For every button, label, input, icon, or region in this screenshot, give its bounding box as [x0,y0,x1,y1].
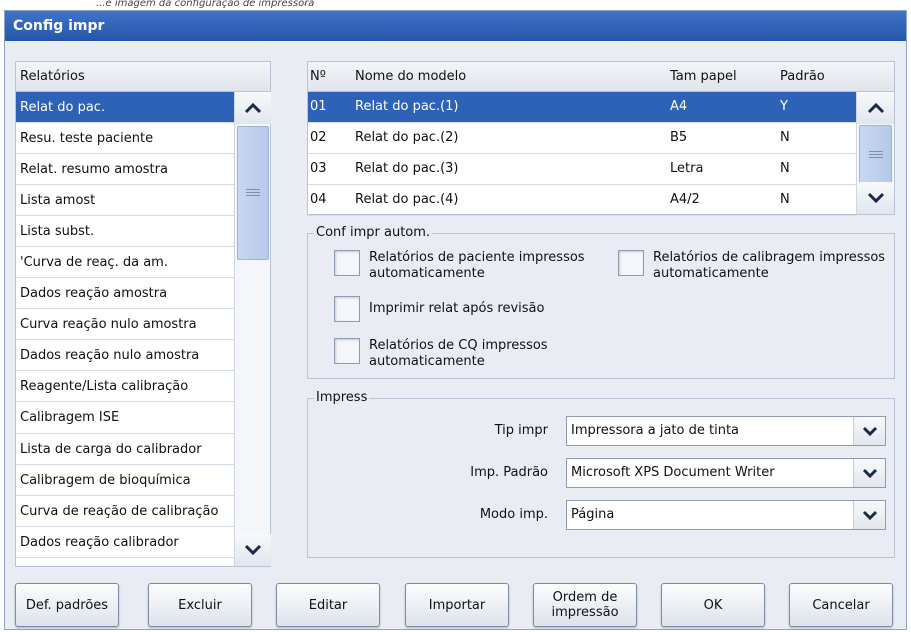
report-list-item[interactable]: 'Curva de reaç. da am. [16,247,234,279]
model-table-row[interactable]: 04 Relat do pac.(4) A4/2 N [308,185,856,216]
defaults-button[interactable]: Def. padrões [15,583,119,627]
printer-type-select[interactable]: Impressora a jato de tinta [566,416,886,446]
cell-no: 01 [310,99,327,114]
auto-print-calibration-checkbox[interactable] [618,250,644,276]
cell-name: Relat do pac.(2) [355,130,459,145]
ok-button[interactable]: OK [661,583,765,627]
auto-print-calibration-option[interactable]: Relatórios de calibragem impressos autom… [618,250,885,282]
chevron-up-icon [867,102,884,114]
scroll-up-button[interactable] [235,92,271,124]
cell-no: 03 [310,161,327,176]
report-list-item[interactable]: Curva de reação de calibração [16,496,234,527]
report-list-item[interactable]: Relat do pac. [16,92,234,124]
report-list-item[interactable]: Dados reação calibrador [16,527,234,558]
print-mode-select[interactable]: Página [566,500,886,530]
chevron-up-icon [244,102,262,114]
report-list-item[interactable]: Calibragem ISE [16,402,234,434]
printer-type-label: Tip impr [494,423,548,438]
chevron-down-icon [862,426,877,436]
window-title: Config impr [5,11,906,41]
cell-name: Relat do pac.(3) [355,161,459,176]
report-list-item[interactable]: Lista de carga do calibrador [16,434,234,465]
printer-group: Impress Tip impr Impressora a jato de ti… [307,390,895,558]
print-order-button[interactable]: Ordem de impressão [533,583,637,627]
auto-print-patient-option[interactable]: Relatórios de paciente impressos automat… [334,250,585,282]
chevron-down-icon [867,192,884,204]
cell-size: A4/2 [670,192,700,207]
printer-title: Impress [314,390,370,405]
report-list-item[interactable]: Lista amost [16,185,234,217]
grip-lines-icon [246,188,260,198]
print-mode-label: Modo imp. [479,507,548,522]
printer-type-value: Impressora a jato de tinta [571,423,740,438]
print-after-review-label: Imprimir relat após revisão [369,301,545,316]
cell-default: N [780,161,790,176]
report-list-item[interactable]: Dados reação nulo amostra [16,340,234,372]
cancel-button[interactable]: Cancelar [789,583,893,627]
report-list-item[interactable]: Lista subst. [16,216,234,248]
delete-button[interactable]: Excluir [148,583,252,627]
model-table: Nº Nome do modelo Tam papel Padrão 01 Rel… [307,61,895,216]
report-list-item[interactable]: Calibragem de bioquímica [16,465,234,496]
reports-list: Relatórios Relat do pac. Resu. teste paci… [15,61,271,567]
chevron-down-icon [862,468,877,478]
model-table-row[interactable]: 01 Relat do pac.(1) A4 Y [308,92,856,123]
edit-button[interactable]: Editar [276,583,380,627]
default-printer-select[interactable]: Microsoft XPS Document Writer [566,458,886,488]
col-header-size: Tam papel [670,69,737,84]
auto-print-title: Conf impr autom. [314,225,433,240]
reports-scrollbar[interactable] [234,92,271,566]
default-printer-label: Imp. Padrão [470,465,548,480]
scroll-up-button[interactable] [857,92,894,124]
report-list-item[interactable]: Relat. resumo amostra [16,154,234,186]
col-header-no: Nº [310,69,326,84]
top-caption: ...e imagem da configuração de impressor… [0,0,911,10]
dropdown-button[interactable] [853,501,885,529]
scroll-thumb[interactable] [237,126,269,260]
reports-rows: Relat do pac. Resu. teste paciente Relat. … [16,92,234,558]
cell-no: 02 [310,130,327,145]
scroll-down-button[interactable] [857,182,894,214]
col-header-default: Padrão [780,69,825,84]
auto-print-patient-label: Relatórios de paciente impressos automat… [369,250,585,281]
cell-default: N [780,192,790,207]
auto-print-calibration-label: Relatórios de calibragem impressos autom… [653,250,886,281]
print-after-review-option[interactable]: Imprimir relat após revisão [334,296,544,322]
chevron-down-icon [862,510,877,520]
print-after-review-checkbox[interactable] [334,296,360,322]
chevron-down-icon [244,544,262,556]
model-scrollbar[interactable] [856,92,894,214]
reports-header: Relatórios [16,62,270,92]
cell-name: Relat do pac.(1) [355,99,459,114]
dropdown-button[interactable] [853,459,885,487]
print-mode-value: Página [571,507,615,522]
model-table-header: Nº Nome do modelo Tam papel Padrão [308,62,894,92]
cell-default: Y [780,99,788,114]
cell-size: A4 [670,99,688,114]
dropdown-button[interactable] [853,417,885,445]
report-list-item[interactable]: Reagente/Lista calibração [16,371,234,403]
model-table-row[interactable]: 03 Relat do pac.(3) Letra N [308,154,856,185]
report-list-item[interactable]: Resu. teste paciente [16,123,234,155]
auto-print-patient-checkbox[interactable] [334,250,360,276]
auto-print-qc-checkbox[interactable] [334,338,360,364]
cell-default: N [780,130,790,145]
auto-print-group: Conf impr autom. Relatórios de paciente … [307,225,895,379]
report-list-item[interactable]: Curva reação nulo amostra [16,309,234,341]
scroll-down-button[interactable] [235,534,271,566]
cell-no: 04 [310,192,327,207]
cell-name: Relat do pac.(4) [355,192,459,207]
scroll-thumb[interactable] [859,125,892,185]
auto-print-qc-option[interactable]: Relatórios de CQ impressos automaticamen… [334,338,548,370]
config-print-dialog: Config impr Relatórios Relat do pac. Resu… [4,10,907,630]
report-list-item[interactable]: Dados reação amostra [16,278,234,310]
default-printer-value: Microsoft XPS Document Writer [571,465,775,480]
col-header-name: Nome do modelo [355,69,467,84]
cell-size: Letra [670,161,704,176]
model-table-row[interactable]: 02 Relat do pac.(2) B5 N [308,123,856,154]
grip-lines-icon [868,150,883,160]
import-button[interactable]: Importar [405,583,509,627]
auto-print-qc-label: Relatórios de CQ impressos automaticamen… [369,338,548,369]
cell-size: B5 [670,130,688,145]
